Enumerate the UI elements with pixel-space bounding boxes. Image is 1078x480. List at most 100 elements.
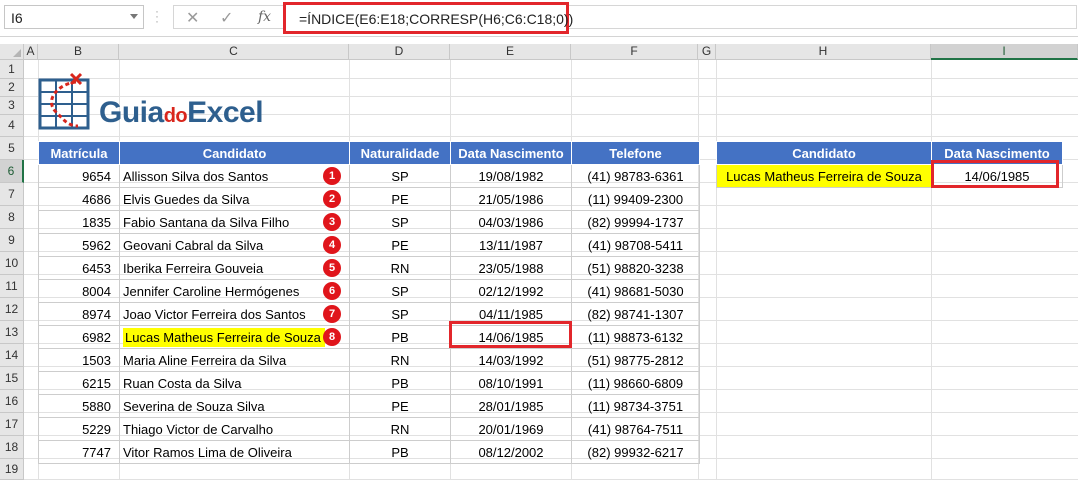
data-nascimento-cell[interactable]: 08/10/1991	[450, 371, 572, 395]
header-matricula[interactable]: Matrícula	[38, 141, 120, 165]
data-nascimento-cell[interactable]: 23/05/1988	[450, 256, 572, 280]
column-header-D[interactable]: D	[349, 44, 450, 60]
matricula-cell[interactable]: 6982	[38, 325, 120, 349]
naturalidade-cell[interactable]: PB	[349, 371, 451, 395]
matricula-cell[interactable]: 6215	[38, 371, 120, 395]
data-nascimento-cell[interactable]: 28/01/1985	[450, 394, 572, 418]
row-header-13[interactable]: 13	[0, 321, 24, 344]
header-telefone[interactable]: Telefone	[571, 141, 700, 165]
select-all-button[interactable]	[0, 44, 24, 60]
matricula-cell[interactable]: 5229	[38, 417, 120, 441]
lookup-header-candidato[interactable]: Candidato	[716, 141, 932, 165]
column-header-A[interactable]: A	[24, 44, 38, 60]
telefone-cell[interactable]: (82) 99994-1737	[571, 210, 700, 234]
naturalidade-cell[interactable]: RN	[349, 417, 451, 441]
row-header-8[interactable]: 8	[0, 206, 24, 229]
telefone-cell[interactable]: (11) 98734-3751	[571, 394, 700, 418]
naturalidade-cell[interactable]: PB	[349, 325, 451, 349]
matricula-cell[interactable]: 1503	[38, 348, 120, 372]
telefone-cell[interactable]: (41) 98681-5030	[571, 279, 700, 303]
row-header-12[interactable]: 12	[0, 298, 24, 321]
header-candidato[interactable]: Candidato	[119, 141, 350, 165]
row-header-1[interactable]: 1	[0, 60, 24, 79]
data-nascimento-cell[interactable]: 14/03/1992	[450, 348, 572, 372]
data-nascimento-cell[interactable]: 08/12/2002	[450, 440, 572, 464]
matricula-cell[interactable]: 5962	[38, 233, 120, 257]
header-naturalidade[interactable]: Naturalidade	[349, 141, 451, 165]
column-header-F[interactable]: F	[571, 44, 698, 60]
candidato-cell[interactable]: Ruan Costa da Silva	[119, 371, 350, 395]
insert-function-icon[interactable]: fx	[258, 9, 271, 25]
naturalidade-cell[interactable]: PE	[349, 187, 451, 211]
candidato-cell[interactable]: Jennifer Caroline Hermógenes 6	[119, 279, 350, 303]
candidato-cell[interactable]: Maria Aline Ferreira da Silva	[119, 348, 350, 372]
matricula-cell[interactable]: 7747	[38, 440, 120, 464]
naturalidade-cell[interactable]: SP	[349, 164, 451, 188]
chevron-down-icon[interactable]	[130, 14, 138, 19]
telefone-cell[interactable]: (11) 98873-6132	[571, 325, 700, 349]
data-nascimento-cell[interactable]: 20/01/1969	[450, 417, 572, 441]
candidato-cell[interactable]: Vitor Ramos Lima de Oliveira	[119, 440, 350, 464]
name-box[interactable]: I6	[4, 5, 144, 29]
telefone-cell[interactable]: (11) 99409-2300	[571, 187, 700, 211]
naturalidade-cell[interactable]: SP	[349, 279, 451, 303]
row-header-14[interactable]: 14	[0, 344, 24, 367]
candidato-cell[interactable]: Thiago Victor de Carvalho	[119, 417, 350, 441]
row-header-11[interactable]: 11	[0, 275, 24, 298]
row-header-9[interactable]: 9	[0, 229, 24, 252]
telefone-cell[interactable]: (51) 98775-2812	[571, 348, 700, 372]
candidato-cell[interactable]: Lucas Matheus Ferreira de Souza 8	[119, 325, 350, 349]
row-header-5[interactable]: 5	[0, 137, 24, 160]
drag-handle-icon[interactable]: · · ·	[155, 5, 160, 27]
column-header-C[interactable]: C	[119, 44, 349, 60]
naturalidade-cell[interactable]: SP	[349, 302, 451, 326]
matricula-cell[interactable]: 8004	[38, 279, 120, 303]
row-header-2[interactable]: 2	[0, 79, 24, 97]
column-header-E[interactable]: E	[450, 44, 571, 60]
candidato-cell[interactable]: Geovani Cabral da Silva 4	[119, 233, 350, 257]
naturalidade-cell[interactable]: RN	[349, 348, 451, 372]
row-header-16[interactable]: 16	[0, 390, 24, 413]
naturalidade-cell[interactable]: PE	[349, 233, 451, 257]
row-header-7[interactable]: 7	[0, 183, 24, 206]
row-header-17[interactable]: 17	[0, 413, 24, 436]
matricula-cell[interactable]: 6453	[38, 256, 120, 280]
naturalidade-cell[interactable]: RN	[349, 256, 451, 280]
row-header-4[interactable]: 4	[0, 115, 24, 137]
candidato-cell[interactable]: Fabio Santana da Silva Filho 3	[119, 210, 350, 234]
matricula-cell[interactable]: 5880	[38, 394, 120, 418]
matricula-cell[interactable]: 4686	[38, 187, 120, 211]
data-nascimento-cell[interactable]: 02/12/1992	[450, 279, 572, 303]
telefone-cell[interactable]: (11) 98660-6809	[571, 371, 700, 395]
data-nascimento-cell[interactable]: 13/11/1987	[450, 233, 572, 257]
data-nascimento-cell[interactable]: 04/03/1986	[450, 210, 572, 234]
row-header-3[interactable]: 3	[0, 97, 24, 115]
candidato-cell[interactable]: Elvis Guedes da Silva 2	[119, 187, 350, 211]
telefone-cell[interactable]: (51) 98820-3238	[571, 256, 700, 280]
formula-input[interactable]: =ÍNDICE(E6:E18;CORRESP(H6;C6:C18;0))	[283, 2, 573, 34]
header-data-nascimento[interactable]: Data Nascimento	[450, 141, 572, 165]
candidato-cell[interactable]: Joao Victor Ferreira dos Santos 7	[119, 302, 350, 326]
enter-check-icon[interactable]: ✓	[220, 8, 233, 28]
telefone-cell[interactable]: (82) 99932-6217	[571, 440, 700, 464]
telefone-cell[interactable]: (41) 98783-6361	[571, 164, 700, 188]
candidato-cell[interactable]: Allisson Silva dos Santos 1	[119, 164, 350, 188]
row-header-19[interactable]: 19	[0, 459, 24, 480]
telefone-cell[interactable]: (41) 98764-7511	[571, 417, 700, 441]
row-header-6[interactable]: 6	[0, 160, 24, 183]
column-header-H[interactable]: H	[716, 44, 931, 60]
cancel-icon[interactable]: ✕	[186, 8, 199, 28]
matricula-cell[interactable]: 1835	[38, 210, 120, 234]
row-header-10[interactable]: 10	[0, 252, 24, 275]
data-nascimento-cell[interactable]: 21/05/1986	[450, 187, 572, 211]
candidato-cell[interactable]: Iberika Ferreira Gouveia 5	[119, 256, 350, 280]
data-nascimento-cell[interactable]: 19/08/1982	[450, 164, 572, 188]
telefone-cell[interactable]: (41) 98708-5411	[571, 233, 700, 257]
telefone-cell[interactable]: (82) 98741-1307	[571, 302, 700, 326]
row-header-15[interactable]: 15	[0, 367, 24, 390]
matricula-cell[interactable]: 9654	[38, 164, 120, 188]
column-header-G[interactable]: G	[698, 44, 716, 60]
row-header-18[interactable]: 18	[0, 436, 24, 459]
column-header-B[interactable]: B	[38, 44, 119, 60]
candidato-cell[interactable]: Severina de Souza Silva	[119, 394, 350, 418]
